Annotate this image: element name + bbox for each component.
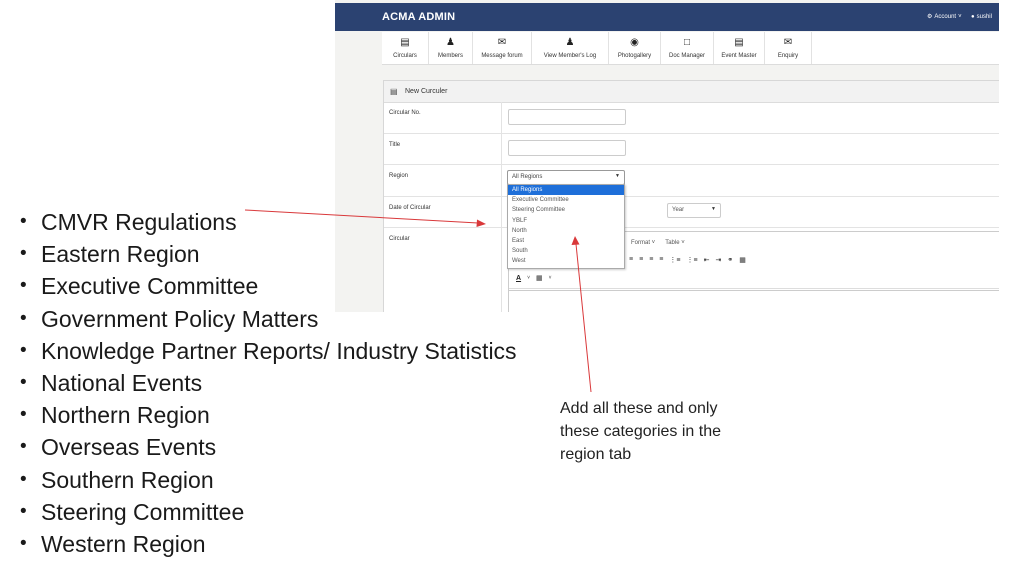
bullet-list-icon[interactable]: ⋮≡ <box>669 256 680 264</box>
list-icon: ▤ <box>734 36 744 48</box>
list-item: Overseas Events <box>20 431 517 463</box>
list-item: National Events <box>20 367 517 399</box>
region-label: Region <box>389 173 409 179</box>
table-menu[interactable]: Table ˅ <box>665 240 685 246</box>
format-menu-label: Format <box>631 240 651 246</box>
link-icon[interactable]: ⚭ <box>727 256 733 264</box>
user-menu[interactable]: ● sushil <box>971 14 992 20</box>
category-list: CMVR Regulations Eastern Region Executiv… <box>20 206 517 560</box>
editor-menubar: Format ˅ Table ˅ <box>631 240 685 246</box>
user-icon: ♟ <box>565 36 575 48</box>
toolbar-label: Members <box>437 52 463 59</box>
document-icon: □ <box>683 36 691 48</box>
year-select-value: Year <box>672 207 685 213</box>
list-icon: ▤ <box>390 87 398 96</box>
title-label: Title <box>389 142 401 148</box>
editor-separator <box>509 288 999 289</box>
editor-content-top <box>509 290 999 291</box>
panel-title: New Curculer <box>405 88 448 95</box>
toolbar-enquiry[interactable]: ✉ Enquiry <box>765 32 812 64</box>
caret-down-icon: ▼ <box>711 206 716 212</box>
list-item: Steering Committee <box>20 496 517 528</box>
note-line: Add all these and only <box>560 400 718 417</box>
toolbar-circulars[interactable]: ▤ Circulars <box>382 32 429 64</box>
editor-toolbar: ≡ ≡ ≡ ≡ ⋮≡ ⋮≡ ⇤ ⇥ ⚭ ▦ <box>629 256 746 264</box>
toolbar-label: Enquiry <box>777 52 799 59</box>
year-select[interactable]: Year ▼ <box>667 203 721 218</box>
toolbar-label: Message forum <box>481 52 523 59</box>
panel-header: ▤ New Curculer <box>384 81 999 103</box>
form-row-circular-no: Circular No. <box>384 102 999 134</box>
toolbar-label: Doc Manager <box>668 52 706 59</box>
align-left-icon[interactable]: ≡ <box>629 256 633 264</box>
toolbar-members[interactable]: ♟ Members <box>429 32 473 64</box>
brand-title: ACMA ADMIN <box>382 11 456 23</box>
circular-no-input[interactable] <box>508 109 626 125</box>
toolbar-view-members-log[interactable]: ♟ View Member's Log <box>532 32 609 64</box>
list-item: Southern Region <box>20 464 517 496</box>
note-line: region tab <box>560 446 632 463</box>
form-row-title: Title <box>384 134 999 165</box>
list-icon: ▤ <box>400 36 410 48</box>
camera-icon: ◉ <box>630 36 639 48</box>
region-option[interactable]: Steering Committee <box>508 205 624 215</box>
editor-color-tools: A ˅ ▦ ˅ <box>516 274 552 283</box>
text-color-icon[interactable]: A <box>516 275 521 282</box>
top-navbar: ACMA ADMIN ⚙ Account ˅ ● sushil <box>335 3 999 31</box>
region-dropdown: All Regions Executive Committee Steering… <box>507 184 625 269</box>
region-option[interactable]: All Regions <box>508 185 624 196</box>
caret-down-icon: ▼ <box>615 173 620 179</box>
numbered-list-icon[interactable]: ⋮≡ <box>686 256 697 264</box>
region-select[interactable]: All Regions ▼ <box>507 170 625 185</box>
envelope-icon: ✉ <box>783 36 793 48</box>
region-select-value: All Regions <box>512 174 543 180</box>
chevron-down-icon[interactable]: ˅ <box>549 275 552 281</box>
account-label: Account <box>934 14 957 20</box>
indent-icon[interactable]: ⇥ <box>715 256 721 264</box>
background-color-icon[interactable]: ▦ <box>536 274 543 282</box>
region-option[interactable]: YBLF <box>508 216 624 226</box>
form-row-region: Region <box>384 165 999 197</box>
image-icon[interactable]: ▦ <box>739 256 746 264</box>
account-menu[interactable]: ⚙ Account ˅ <box>927 14 962 20</box>
toolbar-doc-manager[interactable]: □ Doc Manager <box>661 32 714 64</box>
module-toolbar: ▤ Circulars ♟ Members ✉ Message forum ♟ … <box>382 32 999 65</box>
list-item: Government Policy Matters <box>20 303 517 335</box>
user-icon: ♟ <box>446 36 455 48</box>
list-item: Knowledge Partner Reports/ Industry Stat… <box>20 335 517 367</box>
region-option[interactable]: South <box>508 246 624 256</box>
note-line: these categories in the <box>560 423 721 440</box>
title-input[interactable] <box>508 140 626 156</box>
region-option[interactable]: East <box>508 236 624 246</box>
toolbar-message-forum[interactable]: ✉ Message forum <box>473 32 532 64</box>
toolbar-label: View Member's Log <box>543 52 597 59</box>
toolbar-label: Event Master <box>721 52 757 59</box>
list-item: CMVR Regulations <box>20 206 517 238</box>
list-item: Eastern Region <box>20 238 517 270</box>
align-right-icon[interactable]: ≡ <box>649 256 653 264</box>
table-menu-label: Table <box>665 240 680 246</box>
region-option[interactable]: Executive Committee <box>508 195 624 205</box>
toolbar-label: Photogallery <box>617 52 652 59</box>
toolbar-event-master[interactable]: ▤ Event Master <box>714 32 765 64</box>
list-item: Executive Committee <box>20 270 517 302</box>
outdent-icon[interactable]: ⇤ <box>704 256 710 264</box>
circular-no-label: Circular No. <box>389 110 421 116</box>
chevron-down-icon: ˅ <box>958 14 962 20</box>
align-justify-icon[interactable]: ≡ <box>659 256 663 264</box>
annotation-note: Add all these and only these categories … <box>560 397 760 466</box>
user-label: sushil <box>976 14 992 20</box>
region-option[interactable]: North <box>508 226 624 236</box>
format-menu[interactable]: Format ˅ <box>631 240 655 246</box>
list-item: Northern Region <box>20 399 517 431</box>
chevron-down-icon[interactable]: ˅ <box>527 275 530 281</box>
user-icon: ● <box>971 14 975 20</box>
gear-icon: ⚙ <box>927 14 933 20</box>
region-option[interactable]: West <box>508 256 624 266</box>
toolbar-photogallery[interactable]: ◉ Photogallery <box>609 32 661 64</box>
list-item: Western Region <box>20 528 517 560</box>
toolbar-label: Circulars <box>393 52 417 59</box>
envelope-icon: ✉ <box>497 36 507 48</box>
align-center-icon[interactable]: ≡ <box>639 256 643 264</box>
